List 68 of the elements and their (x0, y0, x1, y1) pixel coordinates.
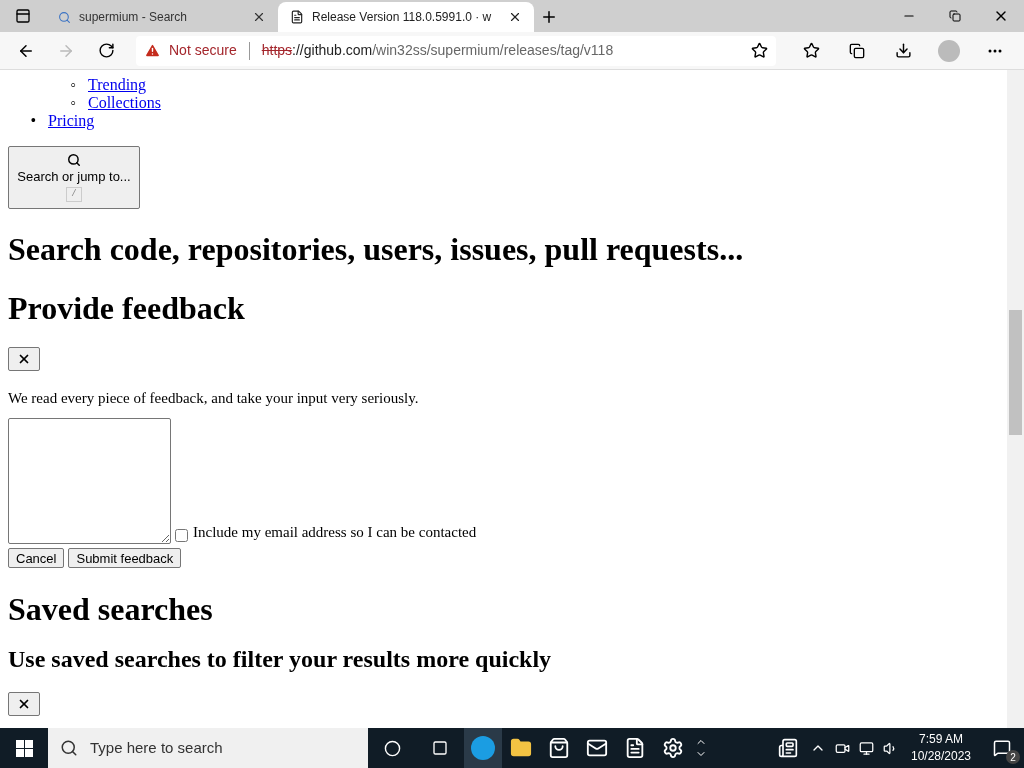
page-subheading: Use saved searches to filter your results more quickly (8, 644, 553, 674)
close-icon (17, 352, 31, 366)
add-favorite-button[interactable] (751, 42, 768, 59)
settings-icon (662, 737, 684, 759)
feedback-text: We read every piece of feedback, and take your input very seriously. (8, 389, 420, 408)
clock[interactable]: 7:59 AM 10/28/2023 (902, 731, 980, 765)
close-button[interactable] (8, 691, 40, 716)
security-label[interactable]: Not secure (169, 40, 237, 61)
news-icon (778, 738, 798, 758)
mail-icon (586, 737, 608, 759)
close-tab-button[interactable] (508, 10, 522, 24)
search-placeholder: Type here to search (90, 737, 223, 758)
browser-taskbar-button[interactable] (464, 728, 502, 768)
notification-count: 2 (1006, 750, 1020, 764)
list-marker: ◦ (69, 94, 77, 112)
folder-icon (510, 737, 532, 759)
plus-icon (540, 8, 558, 26)
scrollbar[interactable] (1007, 70, 1024, 728)
address-bar[interactable]: Not secure https://github.com/win32ss/supermium/releases/tag/v118 (136, 35, 776, 66)
close-icon (252, 10, 266, 24)
search-icon (60, 739, 78, 757)
restore-icon (949, 10, 961, 22)
nav-link[interactable]: Trending (88, 76, 147, 94)
scrollbar-thumb[interactable] (1009, 310, 1022, 435)
form-button[interactable]: Cancel (8, 547, 65, 568)
checkbox-label: Include my email address so I can be contacted (193, 523, 477, 542)
close-tab-button[interactable] (252, 10, 266, 24)
taskbar-search-field[interactable]: Type here to search (48, 728, 368, 768)
browser-tab[interactable]: supermium - Search (46, 2, 278, 32)
key-hint: / (66, 186, 82, 202)
nav-link[interactable]: Pricing (48, 112, 95, 130)
email-checkbox[interactable] (175, 528, 188, 542)
task-view-icon (432, 740, 448, 756)
search-icon (67, 153, 81, 167)
monitor-icon (858, 740, 874, 756)
url-text: https://github.com/win32ss/supermium/releases/tag/v118 (261, 41, 615, 60)
page-icon (290, 10, 304, 24)
star-icon (802, 42, 820, 59)
form-button[interactable]: Submit feedback (68, 547, 182, 568)
document-icon (624, 737, 646, 759)
feedback-field[interactable] (8, 417, 171, 544)
message-icon (993, 739, 1011, 757)
search-icon (58, 10, 71, 24)
list-marker: • (29, 112, 37, 130)
notification-button[interactable]: 2 (980, 728, 1024, 768)
windows-logo-icon (15, 739, 33, 757)
reload-icon (97, 42, 115, 59)
page-heading: Search code, repositories, users, issues, pull requests... (8, 230, 745, 269)
avatar-icon (938, 39, 960, 62)
circle-icon (383, 739, 401, 757)
download-icon (894, 42, 912, 59)
collections-icon (849, 42, 865, 59)
tab-title: Release Version 118.0.5991.0 · w (312, 9, 493, 26)
close-icon (508, 10, 522, 24)
tab-title: supermium - Search (79, 9, 189, 26)
browser-tab[interactable]: Release Version 118.0.5991.0 · w (278, 2, 534, 32)
warning-icon (144, 42, 161, 59)
close-button[interactable] (8, 347, 40, 371)
page-heading: Saved searches (8, 589, 214, 629)
nav-link[interactable]: Collections (88, 94, 161, 112)
list-marker: ◦ (69, 76, 77, 94)
browser-icon (471, 736, 495, 760)
shopping-bag-icon (548, 737, 570, 759)
page-heading: Provide feedback (8, 289, 246, 328)
search-button[interactable]: Search or jump to... / (8, 146, 140, 209)
more-icon (988, 48, 1002, 53)
tabs-icon (15, 8, 31, 24)
star-icon (751, 42, 768, 59)
